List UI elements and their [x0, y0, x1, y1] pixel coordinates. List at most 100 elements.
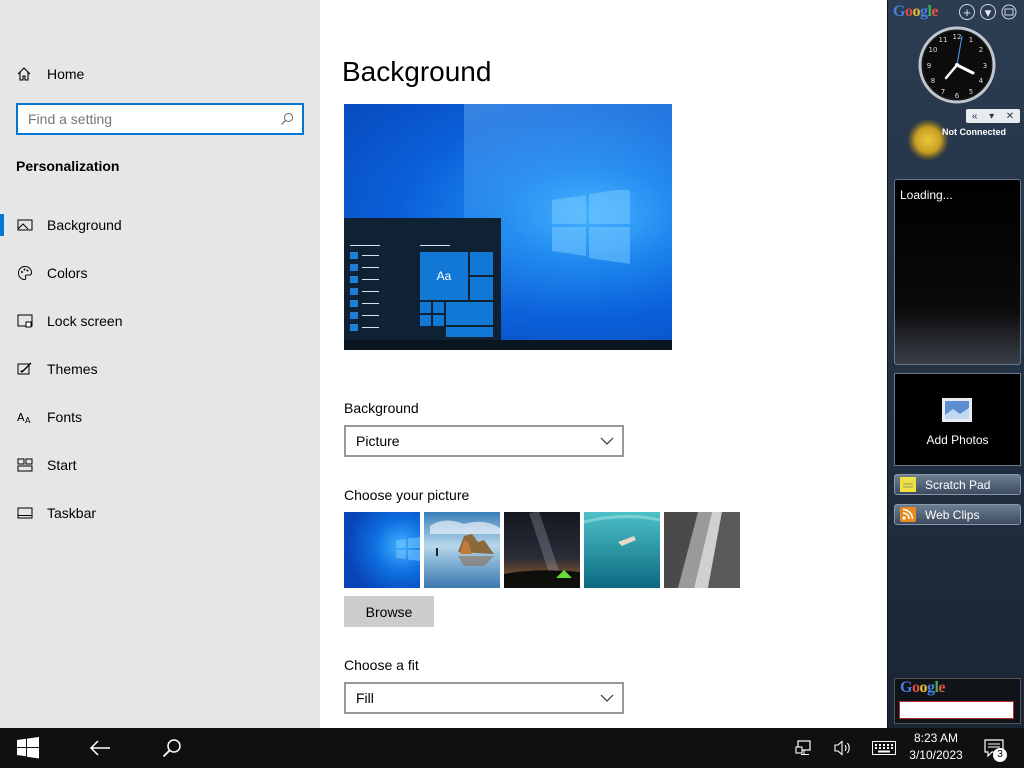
- sidebar-options-icon[interactable]: [1001, 4, 1017, 20]
- rss-icon: [900, 507, 916, 522]
- svg-text:10: 10: [929, 46, 938, 54]
- notification-badge: 3: [993, 748, 1007, 762]
- svg-text:6: 6: [955, 92, 960, 100]
- lock-screen-icon: [17, 313, 33, 329]
- search-icon[interactable]: [280, 112, 294, 126]
- svg-text:9: 9: [927, 62, 931, 70]
- fit-dropdown[interactable]: Fill: [344, 682, 624, 714]
- photo-icon: [942, 398, 972, 422]
- sidebar-item-label: Background: [47, 217, 122, 233]
- sidebar-item-label: Fonts: [47, 409, 83, 425]
- sidebar-item-label: Colors: [47, 265, 88, 281]
- add-gadget-button[interactable]: +: [959, 4, 975, 20]
- windows-start-icon: [17, 737, 39, 759]
- background-preview: Aa: [344, 104, 672, 350]
- search-icon: [162, 739, 181, 758]
- sidebar-item-start[interactable]: Start: [0, 445, 320, 485]
- sidebar-item-taskbar[interactable]: Taskbar: [0, 493, 320, 533]
- web-clips-tab[interactable]: Web Clips: [894, 504, 1021, 525]
- sidebar-item-lock-screen[interactable]: Lock screen: [0, 301, 320, 341]
- picture-thumb-underwater[interactable]: [584, 512, 660, 588]
- network-button[interactable]: [790, 728, 818, 768]
- search-button[interactable]: [152, 728, 192, 768]
- action-center-button[interactable]: [978, 728, 1010, 768]
- svg-text:5: 5: [969, 88, 973, 96]
- svg-text:7: 7: [941, 88, 945, 96]
- nav-home[interactable]: Home: [16, 60, 84, 88]
- background-dropdown-value: Picture: [356, 433, 400, 449]
- palette-icon: [17, 265, 33, 281]
- svg-text:12: 12: [953, 33, 962, 41]
- sidebar-item-colors[interactable]: Colors: [0, 253, 320, 293]
- browse-button[interactable]: Browse: [344, 596, 434, 627]
- svg-text:A: A: [17, 411, 25, 424]
- scratch-pad-tab[interactable]: Scratch Pad: [894, 474, 1021, 495]
- page-title: Background: [342, 56, 492, 87]
- svg-text:11: 11: [939, 36, 948, 44]
- section-title: Personalization: [16, 158, 120, 174]
- settings-sidebar: Home Personalization Background Colors L…: [0, 0, 320, 728]
- background-label: Background: [344, 400, 419, 416]
- weather-status: Not Connected: [942, 127, 1006, 137]
- fit-label: Choose a fit: [344, 657, 419, 673]
- sidebar-item-label: Themes: [47, 361, 98, 377]
- preview-tile-text: Aa: [420, 252, 468, 300]
- volume-button[interactable]: [829, 728, 857, 768]
- start-menu-preview: Aa: [344, 218, 501, 340]
- gadget-controls: « ▾ ✕: [966, 109, 1020, 123]
- start-button[interactable]: [8, 728, 48, 768]
- svg-text:8: 8: [931, 77, 935, 85]
- nav-home-label: Home: [47, 66, 85, 82]
- fit-dropdown-value: Fill: [356, 690, 374, 706]
- picture-thumb-rock-cliff[interactable]: [664, 512, 740, 588]
- fonts-icon: AA: [17, 409, 33, 425]
- taskbar-date: 3/10/2023: [909, 748, 963, 762]
- picture-icon: [17, 217, 33, 233]
- chevron-down-icon: [600, 437, 614, 445]
- picture-thumb-beach[interactable]: [424, 512, 500, 588]
- search-input[interactable]: [28, 109, 273, 129]
- taskbar-icon: [17, 505, 33, 521]
- sidebar-item-fonts[interactable]: AA Fonts: [0, 397, 320, 437]
- back-button[interactable]: [80, 728, 120, 768]
- close-gadget-button[interactable]: ✕: [1006, 111, 1014, 122]
- web-clips-label: Web Clips: [925, 508, 980, 522]
- speaker-icon: [834, 740, 850, 756]
- picture-thumb-windows[interactable]: [344, 512, 420, 588]
- sidebar-item-themes[interactable]: Themes: [0, 349, 320, 389]
- google-logo-small: Google: [900, 679, 946, 696]
- svg-text:2: 2: [979, 46, 983, 54]
- collapse-gadget-button[interactable]: «: [972, 111, 978, 122]
- taskbar: 8:23 AM 3/10/2023 3: [0, 728, 1024, 768]
- taskbar-time: 8:23 AM: [913, 731, 959, 745]
- add-photos-label: Add Photos: [926, 433, 989, 447]
- choose-picture-label: Choose your picture: [344, 487, 470, 503]
- svg-text:4: 4: [979, 77, 984, 85]
- sidebar-item-background[interactable]: Background: [0, 205, 320, 245]
- news-loading-text: Loading...: [900, 188, 953, 202]
- main-content: Background Aa Background Picture Choose …: [320, 0, 887, 728]
- scratch-pad-label: Scratch Pad: [925, 478, 991, 492]
- picture-thumb-night-sky[interactable]: [504, 512, 580, 588]
- preview-taskbar: [344, 340, 672, 350]
- sidebar-item-label: Lock screen: [47, 313, 123, 329]
- google-search-input[interactable]: [899, 701, 1014, 719]
- sidebar-menu-button[interactable]: ▾: [980, 4, 996, 20]
- weather-sun-icon: [907, 119, 949, 161]
- gadget-menu-button[interactable]: ▾: [989, 111, 994, 122]
- search-field[interactable]: [16, 103, 304, 135]
- photos-gadget[interactable]: Add Photos: [894, 373, 1021, 466]
- svg-text:1: 1: [969, 36, 973, 44]
- keyboard-icon: [872, 741, 896, 755]
- chevron-down-icon: [600, 694, 614, 702]
- arrow-left-icon: [89, 740, 110, 756]
- background-dropdown[interactable]: Picture: [344, 425, 624, 457]
- taskbar-clock[interactable]: 8:23 AM 3/10/2023: [898, 730, 974, 766]
- sidebar-item-label: Start: [47, 457, 77, 473]
- home-icon: [17, 67, 31, 81]
- google-logo: Google: [893, 3, 939, 20]
- analog-clock[interactable]: 12 123 4567 891011: [918, 26, 996, 104]
- news-gadget[interactable]: Loading...: [894, 179, 1021, 365]
- sidebar-item-label: Taskbar: [47, 505, 97, 521]
- keyboard-button[interactable]: [868, 728, 900, 768]
